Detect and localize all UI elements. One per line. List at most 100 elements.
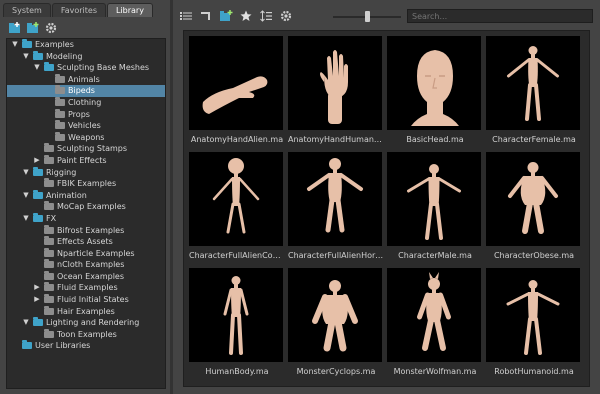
- tree-item[interactable]: Props: [7, 108, 165, 121]
- expand-arrow-icon[interactable]: ▼: [22, 213, 30, 225]
- tree-item[interactable]: Weapons: [7, 131, 165, 144]
- asset-item[interactable]: AnatomyHandAlien.ma: [189, 36, 285, 144]
- expand-arrow-icon[interactable]: ▼: [22, 190, 30, 202]
- asset-item[interactable]: MonsterWolfman.ma: [387, 268, 483, 376]
- tab-library[interactable]: Library: [106, 3, 153, 17]
- folder-icon: [44, 62, 54, 72]
- slider-handle[interactable]: [365, 11, 370, 22]
- tree-item[interactable]: Clothing: [7, 96, 165, 109]
- asset-item[interactable]: CharacterMale.ma: [387, 152, 483, 260]
- collapse-arrow-icon[interactable]: ▶: [33, 282, 41, 294]
- tree-item-label: Examples: [35, 40, 74, 49]
- asset-item[interactable]: AnatomyHandHumanM...: [288, 36, 384, 144]
- tree-item-label: MoCap Examples: [57, 202, 126, 212]
- asset-label: CharacterObese.ma: [493, 251, 575, 260]
- tree-item[interactable]: Vehicles: [7, 120, 165, 132]
- gear-icon[interactable]: [44, 21, 58, 35]
- tree-item[interactable]: FBIK Examples: [7, 178, 165, 190]
- folder-icon: [22, 340, 32, 350]
- asset-thumbnail[interactable]: [387, 152, 481, 246]
- tree-item[interactable]: ▶ Fluid Initial States: [7, 294, 165, 306]
- tree-item[interactable]: ▼ Sculpting Base Meshes: [7, 62, 165, 74]
- asset-label: AnatomyHandAlien.ma: [190, 135, 284, 144]
- expand-arrow-icon[interactable]: ▼: [11, 39, 19, 51]
- asset-thumbnail[interactable]: [189, 268, 283, 362]
- asset-label: MonsterWolfman.ma: [393, 367, 477, 376]
- tree-item-label: Sculpting Stamps: [57, 144, 128, 154]
- tree-item[interactable]: Animals: [7, 73, 165, 86]
- list-view-icon[interactable]: [179, 9, 193, 23]
- library-tree[interactable]: ▼ Examples ▼ Modeling ▼ Sculpting Base Meshes…: [6, 38, 166, 389]
- asset-label: BasicHead.ma: [406, 135, 464, 144]
- tree-item[interactable]: Hair Examples: [7, 305, 165, 318]
- tree-item-label: nCloth Examples: [57, 260, 125, 270]
- asset-item[interactable]: BasicHead.ma: [387, 36, 483, 144]
- asset-item[interactable]: CharacterFullAlienCons...: [189, 152, 285, 260]
- tree-item-label: FX: [46, 213, 57, 223]
- tree-item[interactable]: ▼ Lighting and Rendering: [7, 317, 165, 329]
- tree-item[interactable]: ▼ Modeling: [7, 50, 165, 63]
- folder-icon: [44, 294, 54, 304]
- asset-item[interactable]: HumanBody.ma: [189, 268, 285, 376]
- tree-item[interactable]: ▶ Fluid Examples: [7, 282, 165, 294]
- tree-item[interactable]: MoCap Examples: [7, 201, 165, 213]
- tree-item-label: Hair Examples: [57, 306, 115, 316]
- asset-item[interactable]: CharacterObese.ma: [486, 152, 582, 260]
- tree-item[interactable]: Sculpting Stamps: [7, 143, 165, 155]
- gear-icon[interactable]: [279, 9, 293, 23]
- tree-item[interactable]: ▼ Animation: [7, 189, 165, 202]
- folder-icon: [55, 85, 65, 95]
- asset-item[interactable]: CharacterFullAlienHorr...: [288, 152, 384, 260]
- asset-thumbnail[interactable]: [486, 36, 580, 130]
- library-side-panel: System Favorites Library ▼ Examples ▼ Model…: [0, 0, 170, 394]
- thumbnail-size-slider[interactable]: [333, 11, 401, 22]
- asset-thumbnail[interactable]: [486, 268, 580, 362]
- asset-thumbnail[interactable]: [288, 268, 382, 362]
- asset-item[interactable]: MonsterCyclops.ma: [288, 268, 384, 376]
- tree-item[interactable]: ▼ Examples: [7, 39, 165, 51]
- asset-thumbnail[interactable]: [288, 152, 382, 246]
- asset-item[interactable]: RobotHumanoid.ma: [486, 268, 582, 376]
- tree-item[interactable]: ▼ FX: [7, 212, 165, 225]
- expand-arrow-icon[interactable]: ▼: [22, 51, 30, 63]
- tree-item-label: Modeling: [46, 51, 83, 61]
- tree-item[interactable]: Nparticle Examples: [7, 247, 165, 260]
- search-input[interactable]: [407, 9, 593, 23]
- asset-thumbnail[interactable]: [387, 36, 481, 130]
- folder-icon: [55, 73, 65, 83]
- expand-arrow-icon[interactable]: ▼: [22, 317, 30, 329]
- asset-grid: AnatomyHandAlien.ma AnatomyHandHumanM...…: [183, 30, 590, 387]
- tree-item[interactable]: Ocean Examples: [7, 270, 165, 283]
- asset-label: CharacterFullAlienHorr...: [288, 251, 384, 260]
- tab-favorites[interactable]: Favorites: [51, 3, 106, 17]
- favorite-star-icon[interactable]: [239, 9, 253, 23]
- folder-icon: [44, 143, 54, 153]
- folder-icon: [33, 212, 43, 222]
- tree-item[interactable]: ▶ Paint Effects: [7, 154, 165, 167]
- asset-thumbnail[interactable]: [288, 36, 382, 130]
- collapse-arrow-icon[interactable]: ▶: [33, 155, 41, 167]
- tree-item[interactable]: nCloth Examples: [7, 259, 165, 271]
- tree-item[interactable]: Bipeds: [7, 85, 165, 97]
- collapse-arrow-icon[interactable]: ▶: [33, 294, 41, 306]
- tree-toolbar: [8, 20, 58, 36]
- sort-icon[interactable]: [259, 9, 273, 23]
- back-arrow-icon[interactable]: [199, 9, 213, 23]
- asset-item[interactable]: CharacterFemale.ma: [486, 36, 582, 144]
- expand-arrow-icon[interactable]: ▼: [22, 167, 30, 179]
- add-item-icon[interactable]: [26, 21, 40, 35]
- asset-thumbnail[interactable]: [486, 152, 580, 246]
- asset-thumbnail[interactable]: [387, 268, 481, 362]
- expand-arrow-icon[interactable]: ▼: [33, 62, 41, 74]
- asset-thumbnail[interactable]: [189, 152, 283, 246]
- tab-system[interactable]: System: [3, 3, 51, 17]
- tree-item[interactable]: Toon Examples: [7, 328, 165, 341]
- add-folder-icon[interactable]: [8, 21, 22, 35]
- new-folder-icon[interactable]: [219, 9, 233, 23]
- tree-item[interactable]: Effects Assets: [7, 236, 165, 248]
- tree-item[interactable]: Bifrost Examples: [7, 224, 165, 237]
- asset-thumbnail[interactable]: [189, 36, 283, 130]
- tree-item-label: Fluid Examples: [57, 283, 118, 293]
- tree-item[interactable]: ▼ Rigging: [7, 166, 165, 179]
- tree-item[interactable]: User Libraries: [7, 340, 165, 352]
